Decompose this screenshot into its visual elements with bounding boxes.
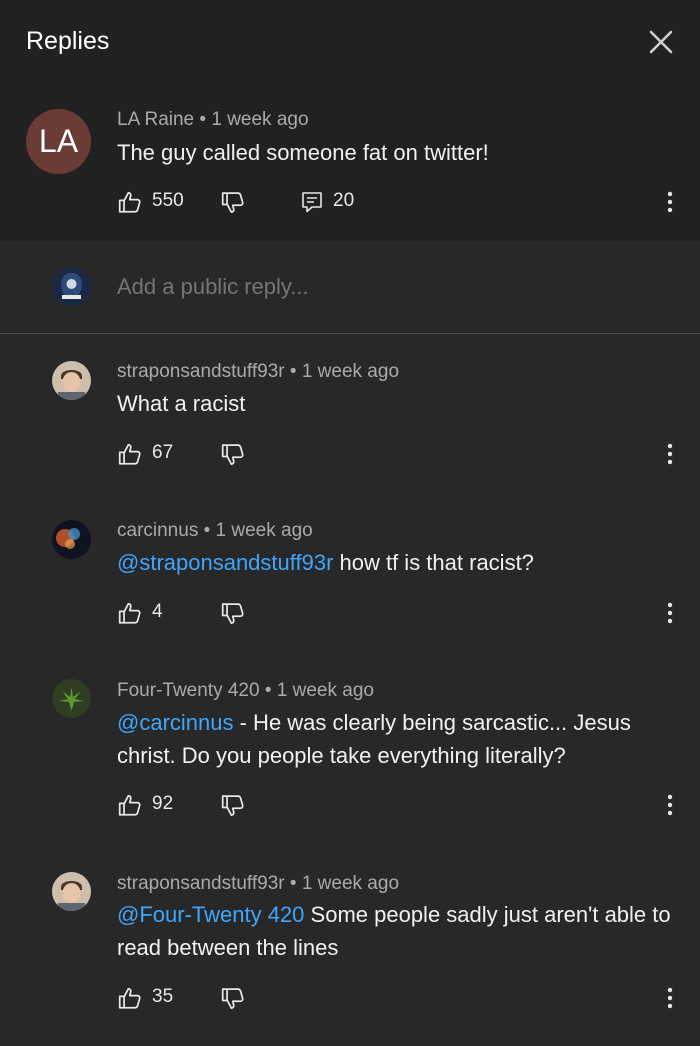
comment-author[interactable]: carcinnus: [117, 520, 198, 541]
replies-header: Replies: [0, 0, 700, 83]
avatar[interactable]: [52, 679, 91, 718]
avatar[interactable]: LA: [26, 109, 91, 174]
comment-meta: Four-Twenty 420 • 1 week ago: [117, 680, 374, 701]
comment-text: What a racist: [117, 387, 677, 420]
comment-meta: straponsandstuff93r • 1 week ago: [117, 361, 400, 382]
avatar[interactable]: [52, 361, 91, 400]
like-icon[interactable]: [117, 441, 143, 467]
reply-input[interactable]: [117, 274, 657, 300]
like-count: 35: [152, 986, 174, 1007]
comment-text: @carcinnus - He was clearly being sarcas…: [117, 706, 677, 772]
dislike-icon[interactable]: [220, 794, 246, 820]
user-avatar-icon: [52, 679, 91, 718]
like-count: 67: [152, 442, 174, 463]
comment-body: how tf is that racist?: [333, 550, 534, 575]
dislike-icon[interactable]: [220, 602, 246, 628]
close-icon[interactable]: [646, 27, 676, 57]
like-count: 550: [152, 190, 184, 211]
comment-author[interactable]: straponsandstuff93r: [117, 361, 285, 382]
comment-time: 1 week ago: [215, 520, 313, 541]
like-count: 4: [152, 601, 163, 622]
comment-actions: 92: [117, 790, 687, 820]
like-icon[interactable]: [117, 600, 143, 626]
user-avatar-icon: [52, 267, 91, 306]
more-options-icon[interactable]: [664, 985, 676, 1011]
user-avatar-icon: [52, 872, 91, 911]
mention-link[interactable]: @straponsandstuff93r: [117, 550, 333, 575]
dislike-icon[interactable]: [220, 191, 246, 217]
page-title: Replies: [26, 27, 110, 55]
comment-text: The guy called someone fat on twitter!: [117, 140, 489, 165]
user-avatar-icon: [52, 361, 91, 400]
mention-link[interactable]: @carcinnus: [117, 710, 234, 735]
comment-meta: LA Raine • 1 week ago: [117, 109, 309, 130]
add-reply-bar: [0, 241, 700, 334]
comment-meta: straponsandstuff93r • 1 week ago: [117, 873, 400, 894]
comment-text: @straponsandstuff93r how tf is that raci…: [117, 546, 677, 579]
more-options-icon[interactable]: [664, 600, 676, 626]
avatar-initials: LA: [38, 123, 79, 159]
avatar[interactable]: [52, 872, 91, 911]
avatar[interactable]: [52, 520, 91, 559]
comment-actions: 67: [117, 439, 687, 469]
mention-link[interactable]: @Four-Twenty 420: [117, 902, 304, 927]
comment-text: @Four-Twenty 420 Some people sadly just …: [117, 898, 677, 964]
like-icon[interactable]: [117, 792, 143, 818]
comment-meta: carcinnus • 1 week ago: [117, 520, 313, 541]
more-options-icon[interactable]: [664, 792, 676, 818]
comment-author[interactable]: straponsandstuff93r: [117, 873, 285, 894]
comment-time: 1 week ago: [276, 680, 374, 701]
comment-actions: 550 20: [117, 187, 687, 217]
like-icon[interactable]: [117, 189, 143, 215]
reply-count: 20: [333, 190, 355, 211]
avatar[interactable]: [52, 267, 91, 306]
like-count: 92: [152, 793, 174, 814]
comment-time: 1 week ago: [301, 873, 400, 894]
parent-comment: LA LA Raine • 1 week ago The guy called …: [0, 83, 700, 241]
dislike-icon[interactable]: [220, 987, 246, 1013]
dislike-icon[interactable]: [220, 443, 246, 469]
comment-time: 1 week ago: [301, 361, 400, 382]
like-icon[interactable]: [117, 985, 143, 1011]
more-options-icon[interactable]: [664, 189, 676, 215]
comment-author[interactable]: Four-Twenty 420: [117, 680, 260, 701]
comment-actions: 35: [117, 983, 687, 1013]
comment-actions: 4: [117, 598, 687, 628]
comment-author[interactable]: LA Raine: [117, 109, 194, 130]
comment-body: What a racist: [117, 391, 246, 416]
more-options-icon[interactable]: [664, 441, 676, 467]
comment-time: 1 week ago: [211, 109, 309, 130]
user-avatar-icon: [52, 520, 91, 559]
reply-icon[interactable]: [300, 190, 324, 214]
